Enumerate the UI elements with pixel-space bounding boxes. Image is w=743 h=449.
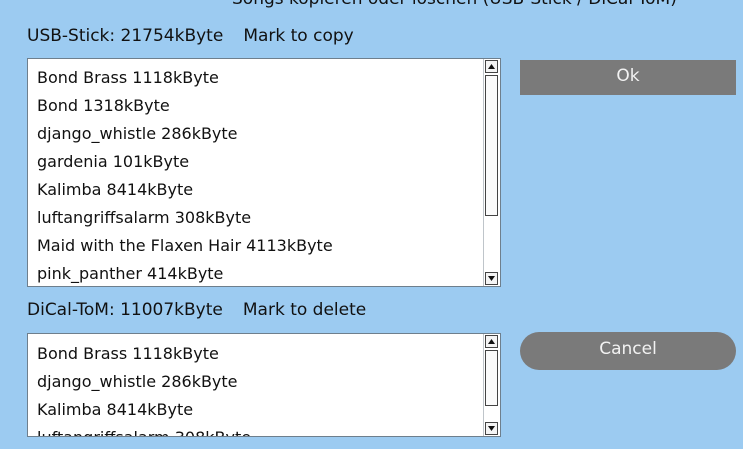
window-title: Songs kopieren oder löschen (USB-Stick /… bbox=[232, 0, 677, 9]
list-item[interactable]: Kalimba 8414kByte bbox=[37, 180, 193, 200]
list-item[interactable]: Bond Brass 1118kByte bbox=[37, 68, 219, 88]
scroll-up-arrow-icon[interactable] bbox=[485, 60, 498, 73]
scroll-down-arrow-icon[interactable] bbox=[485, 422, 498, 435]
usb-list-scrollbar[interactable] bbox=[483, 59, 500, 286]
dical-list-items: Bond Brass 1118kByte django_whistle 286k… bbox=[28, 334, 480, 436]
list-item[interactable]: Bond Brass 1118kByte bbox=[37, 344, 219, 364]
dical-section-header: DiCal-ToM: 11007kByte Mark to delete bbox=[27, 300, 366, 320]
list-item[interactable]: Maid with the Flaxen Hair 4113kByte bbox=[37, 236, 333, 256]
dical-list-scrollbar[interactable] bbox=[483, 334, 500, 436]
usb-song-list[interactable]: Bond Brass 1118kByte Bond 1318kByte djan… bbox=[27, 58, 501, 287]
list-item[interactable]: gardenia 101kByte bbox=[37, 152, 189, 172]
list-item[interactable]: django_whistle 286kByte bbox=[37, 124, 238, 144]
scroll-down-arrow-icon[interactable] bbox=[485, 272, 498, 285]
list-item[interactable]: luftangriffsalarm 308kByte bbox=[37, 428, 251, 436]
cancel-button[interactable]: Cancel bbox=[520, 332, 736, 370]
scroll-up-arrow-icon[interactable] bbox=[485, 335, 498, 348]
list-item[interactable]: Bond 1318kByte bbox=[37, 96, 170, 116]
list-item[interactable]: pink_panther 414kByte bbox=[37, 264, 223, 284]
usb-capacity-label: USB-Stick: 21754kByte bbox=[27, 26, 224, 46]
usb-action-label: Mark to copy bbox=[243, 26, 354, 46]
usb-section-header: USB-Stick: 21754kByte Mark to copy bbox=[27, 26, 354, 46]
dical-song-list[interactable]: Bond Brass 1118kByte django_whistle 286k… bbox=[27, 333, 501, 437]
ok-button[interactable]: Ok bbox=[520, 60, 736, 95]
list-item[interactable]: django_whistle 286kByte bbox=[37, 372, 238, 392]
usb-list-items: Bond Brass 1118kByte Bond 1318kByte djan… bbox=[28, 59, 480, 286]
list-item[interactable]: Kalimba 8414kByte bbox=[37, 400, 193, 420]
usb-scroll-thumb[interactable] bbox=[485, 75, 498, 216]
list-item[interactable]: luftangriffsalarm 308kByte bbox=[37, 208, 251, 228]
window-title-bar: Songs kopieren oder löschen (USB-Stick /… bbox=[0, 0, 743, 16]
dical-scroll-thumb[interactable] bbox=[485, 350, 498, 406]
dical-capacity-label: DiCal-ToM: 11007kByte bbox=[27, 300, 223, 320]
dical-action-label: Mark to delete bbox=[242, 300, 367, 320]
